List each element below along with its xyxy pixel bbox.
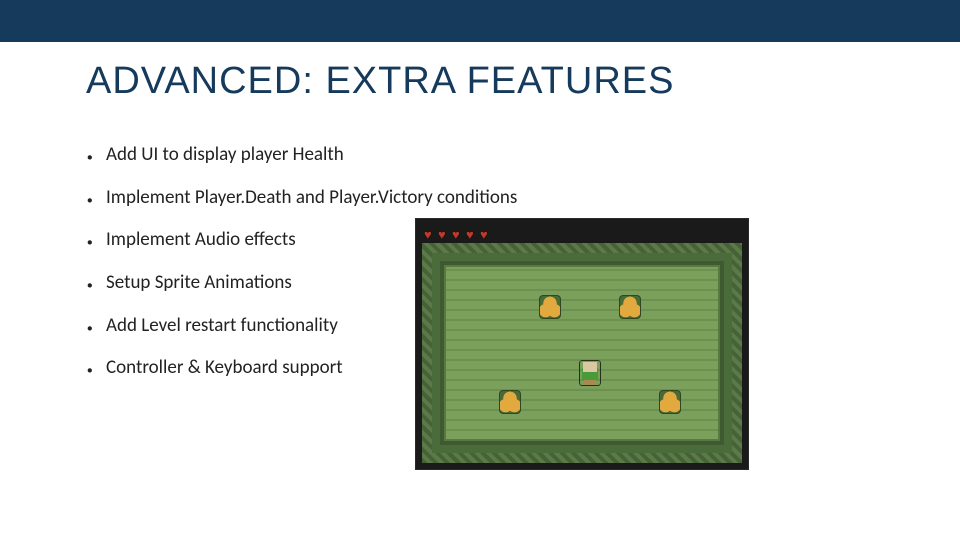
heart-icon xyxy=(480,225,492,237)
slide-title: ADVANCED: EXTRA FEATURES xyxy=(86,60,890,103)
game-border xyxy=(422,243,742,463)
heart-icon xyxy=(466,225,478,237)
health-hud xyxy=(424,225,492,237)
list-item: Add UI to display player Health xyxy=(86,143,890,168)
heart-icon xyxy=(424,225,436,237)
player-sprite xyxy=(579,360,601,386)
game-field xyxy=(440,261,724,445)
title-bar xyxy=(0,0,960,42)
bush-sprite xyxy=(499,390,521,414)
game-screenshot xyxy=(415,218,749,470)
bush-sprite xyxy=(659,390,681,414)
bush-sprite xyxy=(539,295,561,319)
bush-sprite xyxy=(619,295,641,319)
heart-icon xyxy=(452,225,464,237)
list-item: Implement Player.Death and Player.Victor… xyxy=(86,186,890,211)
heart-icon xyxy=(438,225,450,237)
